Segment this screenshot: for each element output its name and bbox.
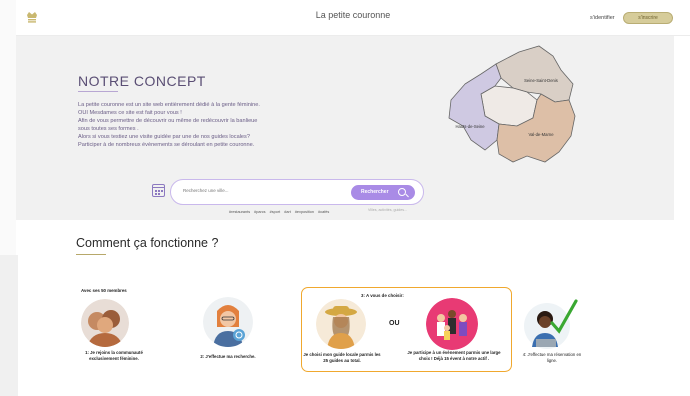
search-tags[interactable]: #restaurants #parcs #sport #art #exposit… <box>229 210 329 214</box>
concept-line: sous toutes ses formes . <box>78 125 139 132</box>
concept-section: NOTRE CONCEPT La petite couronne est un … <box>16 36 674 220</box>
left-gutter-lower <box>0 255 18 396</box>
title-underline <box>78 91 118 92</box>
search-button-label: Rechercher <box>361 189 389 195</box>
step-1-text: 1: Je rejoins la communauté exclusivemen… <box>85 350 143 361</box>
concept-line: La petite couronne est un site web entiè… <box>78 102 260 108</box>
concept-line: Participer à de nombreux évènements se d… <box>78 141 255 148</box>
concept-title: NOTRE CONCEPT <box>78 73 206 89</box>
site-header: La petite couronne s'identifier s'inscri… <box>16 0 690 36</box>
how-underline <box>76 254 106 255</box>
map-label-north: Seine-Saint-Denis <box>524 78 558 83</box>
concept-line: Afin de vous permettre de découvrir ou m… <box>78 117 258 124</box>
choice-a-text: Je choisi mon guide locale parmis les 25… <box>303 352 381 363</box>
booking-illustration <box>524 299 578 349</box>
login-link[interactable]: s'identifier <box>590 15 615 21</box>
search-illustration <box>203 297 253 347</box>
concept-description: La petite couronne est un site web entiè… <box>78 102 378 149</box>
calendar-icon[interactable] <box>152 184 165 197</box>
page: La petite couronne s'identifier s'inscri… <box>0 0 690 396</box>
search-icon <box>398 188 406 196</box>
search-hint: Villes, activités, guides... <box>368 208 408 212</box>
how-title: Comment ça fonctionne ? <box>76 236 219 250</box>
site-brand[interactable]: La petite couronne <box>16 10 690 20</box>
or-label: OU <box>389 320 400 327</box>
step-2-text: 2: J'effectue ma recherche. <box>200 354 256 359</box>
step-4-text: 4: J'effectue ma réservation en ligne. <box>522 352 582 363</box>
concept-line: OUI Mesdames ce site est fait pour vous … <box>78 109 182 116</box>
search-bar: Rechercher <box>170 179 424 205</box>
choice-title: 3: A vous de choisir: <box>361 293 404 298</box>
members-label: Avec ses 50 membres <box>81 288 127 293</box>
event-illustration[interactable] <box>426 298 478 350</box>
map-label-west: Hauts-de-Seine <box>455 124 485 129</box>
map-label-southeast: Val-de-Marne <box>528 132 554 137</box>
choice-b-text: Je participe à un évènement parmis une l… <box>407 350 501 361</box>
petite-couronne-map[interactable]: Seine-Saint-Denis Hauts-de-Seine Val-de-… <box>441 44 581 168</box>
concept-line: Alors si vous testiez une visite guidée … <box>78 133 250 140</box>
signup-button[interactable]: s'inscrire <box>623 12 673 24</box>
search-input[interactable] <box>183 188 353 193</box>
search-button[interactable]: Rechercher <box>351 185 415 200</box>
guide-illustration[interactable] <box>316 299 366 349</box>
community-illustration <box>81 299 129 347</box>
